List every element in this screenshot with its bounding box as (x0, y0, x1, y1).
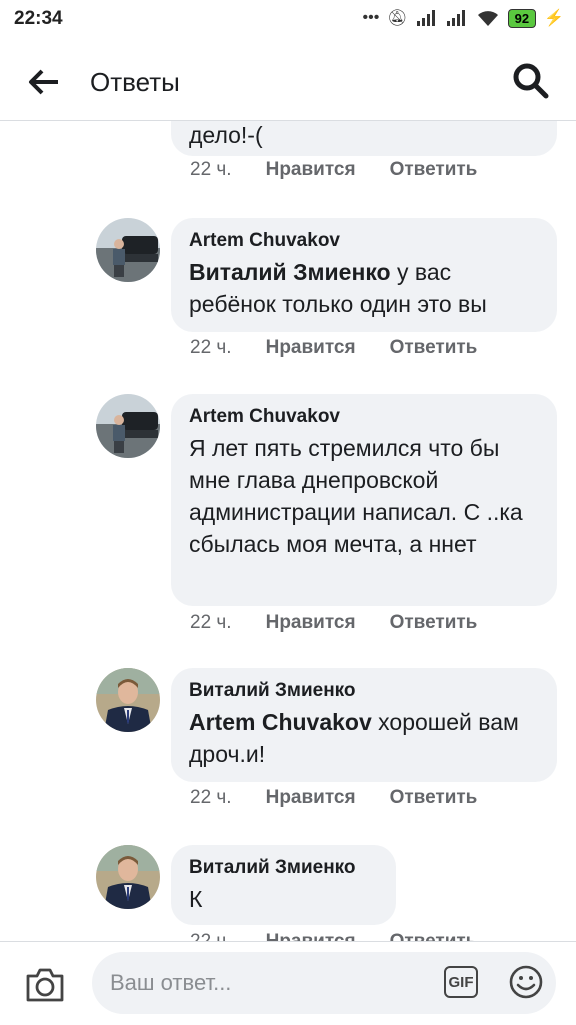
reply-button[interactable]: Ответить (390, 612, 478, 634)
like-button[interactable]: Нравится (266, 931, 356, 941)
avatar[interactable] (96, 218, 160, 282)
comment-time: 22 ч. (190, 159, 232, 180)
comment-author[interactable]: Artem Chuvakov (189, 230, 539, 252)
comment-text: Artem Chuvakov хорошей вам дроч.и! (189, 706, 539, 770)
comment-actions: 22 ч. Нравится Ответить (190, 787, 511, 809)
comment-time: 22 ч. (190, 612, 232, 633)
reply-button[interactable]: Ответить (390, 931, 478, 941)
emoji-icon[interactable] (508, 964, 544, 1000)
comment-author[interactable]: Виталий Змиенко (189, 680, 539, 702)
comment-author[interactable]: Виталий Змиенко (189, 857, 378, 879)
mention-link[interactable]: Artem Chuvakov (189, 709, 372, 735)
search-icon[interactable] (512, 62, 550, 100)
signal-icon-2 (446, 10, 465, 26)
comment-actions: 22 ч. Нравится Ответить (190, 337, 511, 359)
comment-actions: 22 ч. Нравится Ответить (190, 931, 511, 941)
back-arrow-icon[interactable] (26, 64, 62, 100)
like-button[interactable]: Нравится (266, 159, 356, 181)
comment-bubble[interactable]: Виталий Змиенко К (171, 845, 396, 925)
camera-icon[interactable] (24, 964, 66, 1004)
status-time: 22:34 (14, 8, 63, 29)
replies-feed[interactable]: дело!-( 22 ч. Нравится Ответить Artem Ch… (0, 121, 576, 941)
like-button[interactable]: Нравится (266, 787, 356, 809)
like-button[interactable]: Нравится (266, 337, 356, 359)
comment-time: 22 ч. (190, 931, 232, 941)
comment-author[interactable]: Artem Chuvakov (189, 406, 539, 428)
comment-bubble[interactable]: дело!-( (171, 121, 557, 156)
comment-actions: 22 ч. Нравится Ответить (190, 612, 511, 634)
avatar[interactable] (96, 668, 160, 732)
comment-text: Виталий Змиенко у вас ребёнок только оди… (189, 256, 539, 320)
comment-text: Я лет пять стремился что бы мне глава дн… (189, 435, 523, 557)
status-icons: ••• 🔕︎ 92 ⚡ (362, 8, 564, 28)
more-dots-icon: ••• (362, 9, 380, 26)
app-header: Ответы (0, 40, 576, 121)
reply-composer: Ваш ответ... GIF (0, 941, 576, 1025)
like-button[interactable]: Нравится (266, 612, 356, 634)
comment-bubble[interactable]: Artem Chuvakov Виталий Змиенко у вас реб… (171, 218, 557, 332)
comment-time: 22 ч. (190, 787, 232, 808)
reply-button[interactable]: Ответить (390, 159, 478, 181)
battery-indicator: 92 (507, 8, 537, 28)
mute-icon: 🔕︎ (387, 10, 408, 27)
avatar[interactable] (96, 845, 160, 909)
mention-link[interactable]: Виталий Змиенко (189, 259, 391, 285)
reply-button[interactable]: Ответить (390, 787, 478, 809)
comment-time: 22 ч. (190, 337, 232, 358)
reply-input[interactable]: Ваш ответ... GIF (92, 952, 556, 1014)
page-title: Ответы (90, 67, 180, 97)
signal-icon (416, 10, 435, 26)
comment-text: дело!-( (189, 122, 263, 148)
charging-icon: ⚡ (544, 10, 564, 27)
reply-input-placeholder: Ваш ответ... (110, 970, 232, 995)
comment-bubble[interactable]: Виталий Змиенко Artem Chuvakov хорошей в… (171, 668, 557, 782)
gif-button[interactable]: GIF (444, 966, 478, 998)
comment-bubble[interactable]: Artem Chuvakov Я лет пять стремился что … (171, 394, 557, 606)
avatar[interactable] (96, 394, 160, 458)
wifi-icon (477, 11, 498, 26)
comment-actions: 22 ч. Нравится Ответить (190, 159, 511, 181)
comment-text: К (189, 886, 203, 912)
status-bar: 22:34 ••• 🔕︎ 92 ⚡ (0, 0, 576, 40)
reply-button[interactable]: Ответить (390, 337, 478, 359)
